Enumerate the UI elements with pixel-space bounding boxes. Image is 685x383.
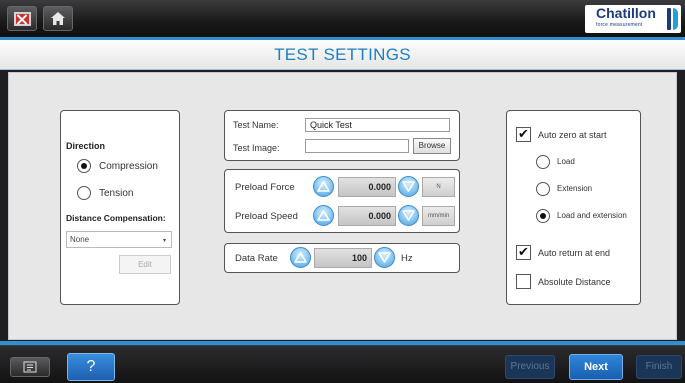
preload-panel: Preload Force 0.000 N Preload Speed 0.00… [224, 169, 460, 233]
brand-name: Chatillon [596, 5, 656, 21]
next-button[interactable]: Next [569, 354, 623, 380]
preload-speed-up-button[interactable] [313, 205, 334, 226]
zero-load-extension-label: Load and extension [557, 211, 627, 220]
bottom-bar: ? Previous Next Finish [0, 345, 685, 383]
data-rate-label: Data Rate [235, 253, 278, 264]
distance-compensation-select[interactable]: None ▾ [66, 231, 172, 248]
help-button[interactable]: ? [67, 353, 115, 381]
preload-speed-unit[interactable]: mm/min [422, 206, 455, 226]
arrow-up-icon [317, 181, 330, 192]
home-icon [51, 12, 65, 25]
title-band: TEST SETTINGS [0, 40, 685, 70]
data-rate-panel: Data Rate 100 Hz [224, 243, 460, 273]
arrow-down-icon [402, 181, 415, 192]
arrow-down-icon [378, 252, 391, 263]
preload-speed-down-button[interactable] [398, 205, 419, 226]
brand-logo: Chatillon force measurement [585, 5, 681, 33]
distance-compensation-value: None [70, 235, 90, 244]
options-panel: ✔ Auto zero at start Load Extension Load… [506, 110, 641, 305]
preload-force-up-button[interactable] [313, 176, 334, 197]
arrow-up-icon [294, 252, 307, 263]
preload-force-value: 0.000 [338, 177, 396, 197]
preload-force-unit[interactable]: N [422, 177, 455, 197]
test-info-panel: Test Name: Quick Test Test Image: Browse [224, 110, 460, 161]
preload-speed-label: Preload Speed [235, 211, 298, 222]
arrow-down-icon [402, 210, 415, 221]
data-rate-up-button[interactable] [290, 247, 311, 268]
preload-speed-value: 0.000 [338, 206, 396, 226]
exit-icon [13, 11, 31, 26]
auto-return-label: Auto return at end [538, 248, 611, 258]
compression-label: Compression [99, 161, 158, 172]
test-image-label: Test Image: [233, 143, 280, 153]
data-rate-unit: Hz [401, 253, 413, 264]
tension-label: Tension [99, 188, 134, 199]
data-rate-down-button[interactable] [374, 247, 395, 268]
brand-mark [667, 8, 671, 30]
auto-return-checkbox[interactable]: ✔ [516, 245, 531, 260]
top-bar: Chatillon force measurement [0, 0, 685, 37]
direction-panel: Direction Compression Tension Distance C… [60, 110, 180, 305]
brand-mark-accent [673, 8, 678, 30]
zero-extension-radio[interactable] [536, 182, 550, 196]
page-title: TEST SETTINGS [274, 45, 411, 64]
data-rate-value: 100 [314, 248, 372, 268]
home-button[interactable] [43, 6, 73, 31]
exit-button[interactable] [7, 6, 37, 31]
arrow-up-icon [317, 210, 330, 221]
list-button[interactable] [10, 357, 50, 377]
zero-load-extension-radio[interactable] [536, 209, 550, 223]
auto-zero-label: Auto zero at start [538, 130, 607, 140]
preload-force-down-button[interactable] [398, 176, 419, 197]
test-name-field[interactable]: Quick Test [305, 118, 450, 132]
test-name-label: Test Name: [233, 120, 279, 130]
auto-zero-checkbox[interactable]: ✔ [516, 127, 531, 142]
chevron-down-icon: ▾ [162, 238, 166, 244]
compression-radio[interactable] [77, 159, 91, 173]
distance-compensation-label: Distance Compensation: [66, 213, 166, 223]
brand-tagline: force measurement [596, 22, 643, 28]
previous-button[interactable]: Previous [505, 355, 555, 379]
test-image-field[interactable] [305, 139, 409, 153]
absolute-distance-label: Absolute Distance [538, 277, 611, 287]
browse-button[interactable]: Browse [413, 138, 451, 154]
preload-force-label: Preload Force [235, 182, 295, 193]
edit-button[interactable]: Edit [119, 255, 171, 274]
tension-radio[interactable] [77, 186, 91, 200]
absolute-distance-checkbox[interactable] [516, 274, 531, 289]
zero-load-label: Load [557, 157, 575, 166]
finish-button[interactable]: Finish [636, 355, 682, 379]
zero-load-radio[interactable] [536, 155, 550, 169]
zero-extension-label: Extension [557, 184, 593, 193]
direction-label: Direction [66, 141, 106, 151]
list-icon [23, 361, 37, 373]
settings-content: Direction Compression Tension Distance C… [8, 72, 677, 340]
